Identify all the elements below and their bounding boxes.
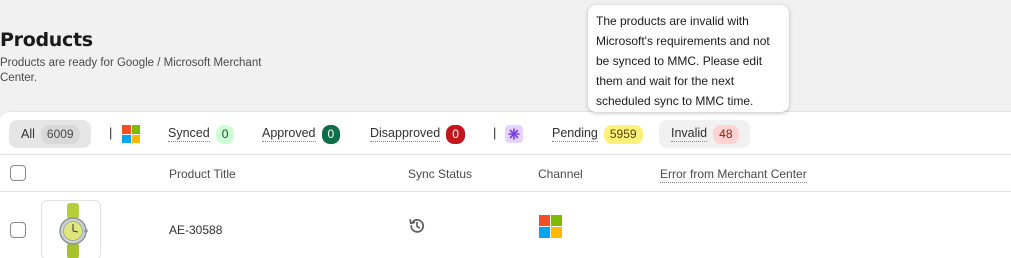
tab-synced-label: Synced	[168, 126, 210, 142]
tab-invalid-label: Invalid	[671, 126, 708, 142]
tab-invalid[interactable]: Invalid 48	[659, 120, 750, 148]
page-subtitle: Products are ready for Google / Microsof…	[0, 57, 262, 84]
tab-approved-count: 0	[321, 124, 341, 144]
sparkle-icon	[505, 125, 523, 143]
tab-separator: |	[109, 125, 113, 140]
page-title: Products	[0, 29, 93, 51]
tab-synced-count: 0	[215, 124, 235, 144]
table-header: Product Title Sync Status Channel Error …	[0, 155, 1011, 192]
tab-pending-count: 5959	[603, 124, 643, 144]
history-icon	[408, 217, 426, 238]
microsoft-icon	[539, 215, 562, 238]
products-card: All 6009 | Synced 0 Approved 0 Disapprov…	[0, 111, 1011, 258]
microsoft-icon	[122, 125, 140, 143]
tab-disapproved-label: Disapproved	[370, 126, 441, 142]
tab-approved[interactable]: Approved 0	[262, 120, 341, 148]
tab-pending-label: Pending	[552, 126, 598, 142]
tab-all-count: 6009	[40, 124, 80, 144]
table-row[interactable]: AE-30588	[0, 192, 1011, 258]
product-thumbnail	[41, 200, 101, 258]
tab-separator: |	[493, 125, 497, 140]
column-channel: Channel	[538, 167, 583, 181]
column-error: Error from Merchant Center	[660, 167, 807, 183]
tab-disapproved[interactable]: Disapproved 0	[370, 120, 465, 148]
tab-disapproved-count: 0	[446, 124, 465, 144]
tab-pending[interactable]: Pending 5959	[552, 120, 643, 148]
product-title[interactable]: AE-30588	[169, 223, 222, 237]
tab-all[interactable]: All 6009	[9, 120, 91, 148]
row-checkbox[interactable]	[10, 222, 26, 238]
column-product-title: Product Title	[169, 167, 236, 181]
tab-synced[interactable]: Synced 0	[168, 120, 235, 148]
tab-invalid-count: 48	[713, 124, 739, 144]
tab-approved-label: Approved	[262, 126, 316, 142]
invalid-tooltip: The products are invalid with Microsoft'…	[588, 5, 789, 112]
select-all-checkbox[interactable]	[10, 165, 26, 181]
filter-tabs: All 6009 | Synced 0 Approved 0 Disapprov…	[0, 112, 1011, 155]
column-sync-status: Sync Status	[408, 167, 473, 181]
tab-all-label: All	[21, 127, 35, 141]
